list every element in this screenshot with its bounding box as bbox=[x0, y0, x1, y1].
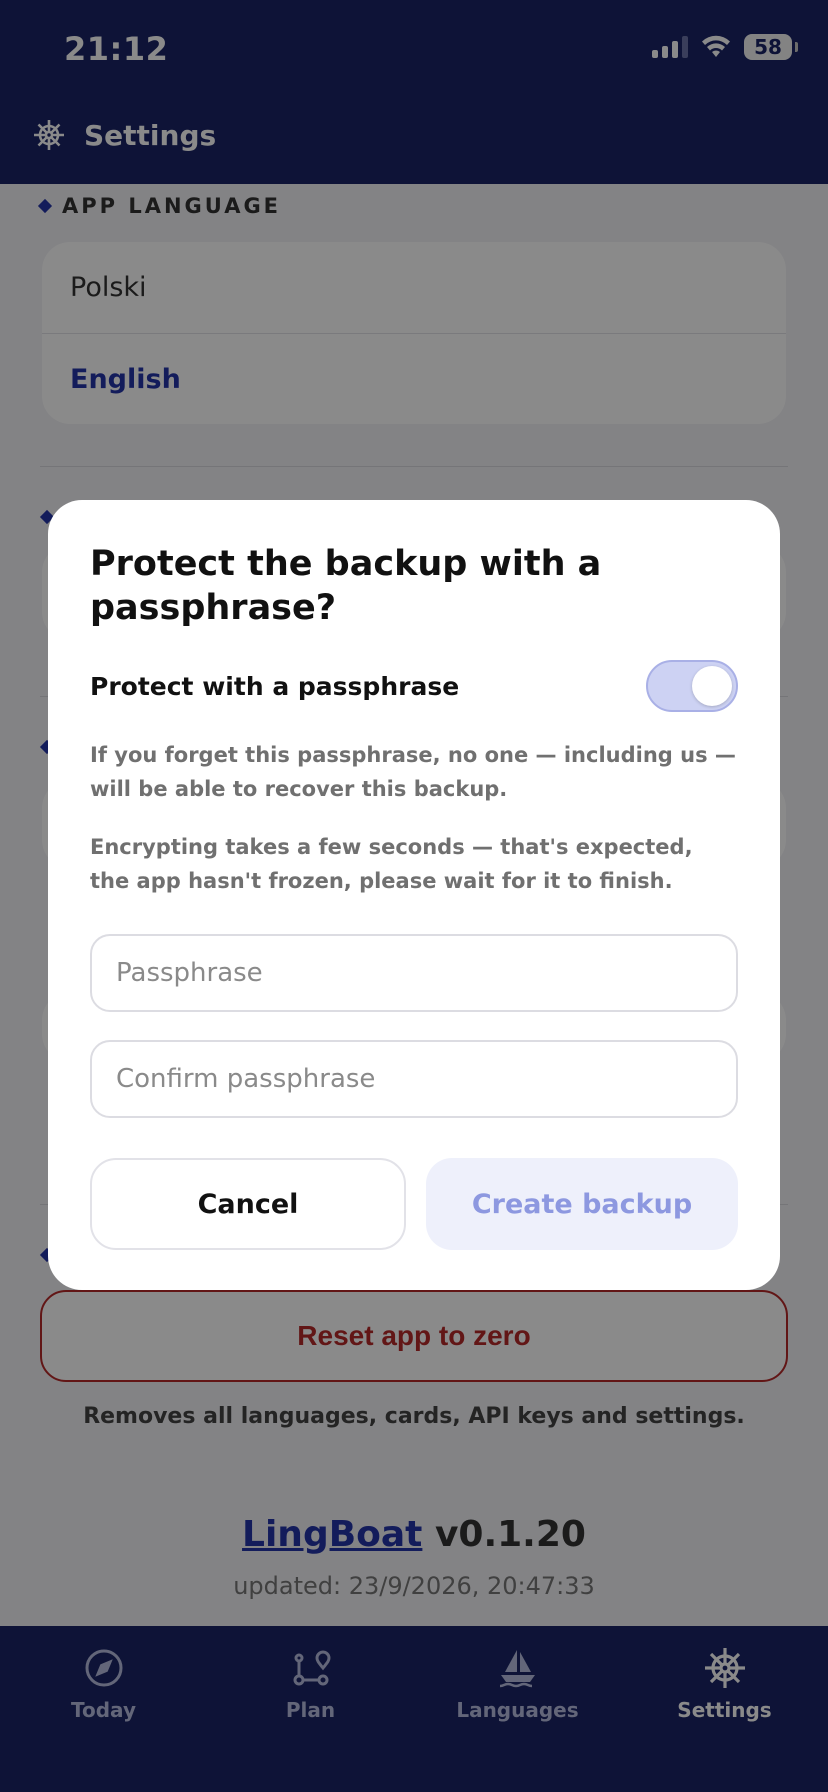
toggle-knob bbox=[692, 666, 732, 706]
passphrase-input[interactable] bbox=[90, 934, 738, 1012]
info-text: Encrypting takes a few seconds — that's … bbox=[90, 835, 693, 893]
backup-passphrase-dialog: Protect the backup with a passphrase? Pr… bbox=[48, 500, 780, 1290]
dialog-title: Protect the backup with a passphrase? bbox=[90, 544, 602, 628]
passphrase-toggle-row: Protect with a passphrase bbox=[90, 660, 738, 712]
confirm-passphrase-input[interactable] bbox=[90, 1040, 738, 1118]
warning-text: If you forget this passphrase, no one — … bbox=[90, 743, 736, 801]
passphrase-toggle[interactable] bbox=[646, 660, 738, 712]
create-backup-button[interactable]: Create backup bbox=[426, 1158, 738, 1250]
cancel-button[interactable]: Cancel bbox=[90, 1158, 406, 1250]
toggle-label: Protect with a passphrase bbox=[90, 671, 460, 701]
